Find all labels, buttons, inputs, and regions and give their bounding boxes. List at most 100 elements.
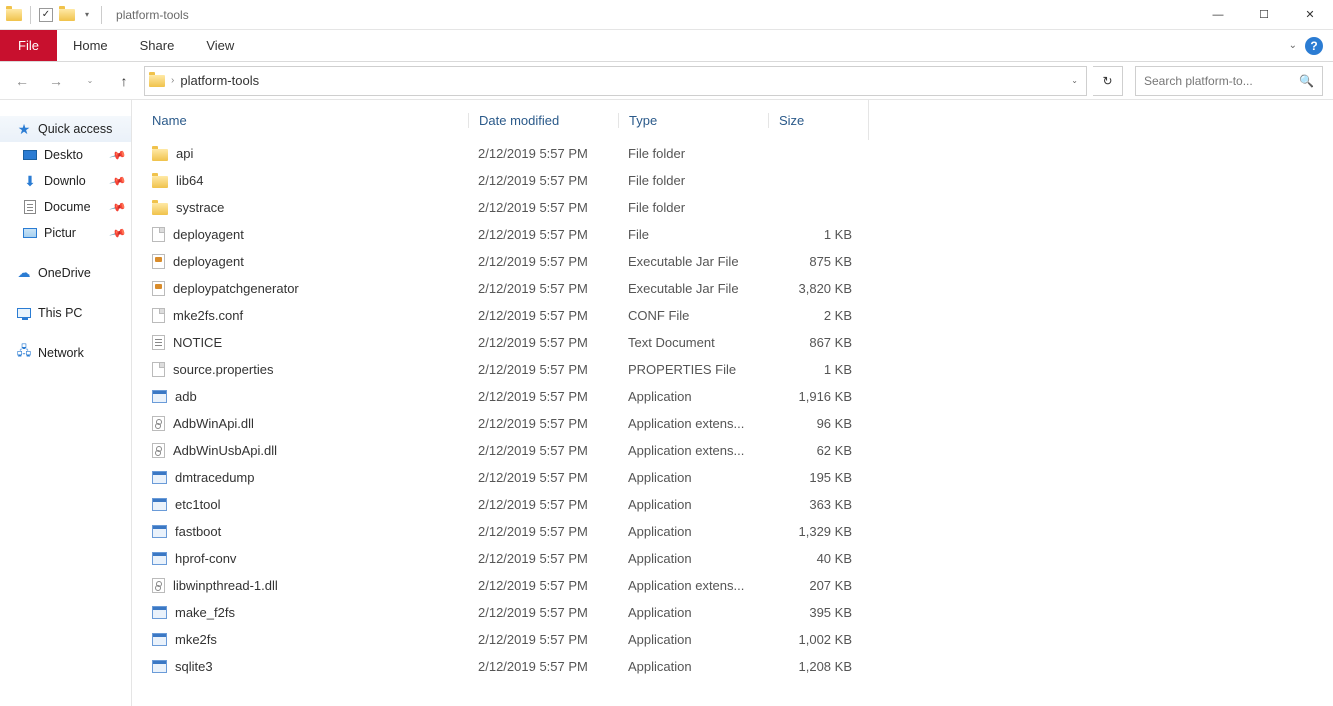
file-row[interactable]: AdbWinUsbApi.dll2/12/2019 5:57 PMApplica… bbox=[148, 437, 1333, 464]
file-tab[interactable]: File bbox=[0, 30, 57, 61]
file-row[interactable]: api 2/12/2019 5:57 PMFile folder bbox=[148, 140, 1333, 167]
title-bar: ✓ ▾ platform-tools — ☐ ✕ bbox=[0, 0, 1333, 30]
ribbon-expand-icon[interactable]: ⌄ bbox=[1289, 40, 1297, 51]
file-row[interactable]: NOTICE2/12/2019 5:57 PMText Document867 … bbox=[148, 329, 1333, 356]
close-button[interactable]: ✕ bbox=[1287, 0, 1333, 30]
file-row[interactable]: sqlite32/12/2019 5:57 PMApplication1,208… bbox=[148, 653, 1333, 680]
file-size: 40 KB bbox=[768, 551, 868, 566]
sidebar-item-desktop[interactable]: Deskto📌 bbox=[0, 142, 131, 168]
file-row[interactable]: mke2fs.conf2/12/2019 5:57 PMCONF File2 K… bbox=[148, 302, 1333, 329]
sidebar-item-downloads[interactable]: ⬇Downlo📌 bbox=[0, 168, 131, 194]
file-date: 2/12/2019 5:57 PM bbox=[468, 227, 618, 242]
file-date: 2/12/2019 5:57 PM bbox=[468, 335, 618, 350]
file-type: File folder bbox=[618, 146, 768, 161]
file-type: Application bbox=[618, 551, 768, 566]
file-row[interactable]: fastboot2/12/2019 5:57 PMApplication1,32… bbox=[148, 518, 1333, 545]
folder-icon bbox=[152, 176, 168, 188]
file-row[interactable]: adb2/12/2019 5:57 PMApplication1,916 KB bbox=[148, 383, 1333, 410]
file-icon bbox=[152, 227, 165, 242]
file-date: 2/12/2019 5:57 PM bbox=[468, 200, 618, 215]
address-bar[interactable]: › platform-tools ⌄ bbox=[144, 66, 1087, 96]
file-name: lib64 bbox=[176, 173, 203, 188]
picture-icon bbox=[22, 226, 38, 240]
refresh-button[interactable]: ↻ bbox=[1093, 66, 1123, 96]
file-row[interactable]: deployagent2/12/2019 5:57 PMExecutable J… bbox=[148, 248, 1333, 275]
forward-button[interactable]: → bbox=[42, 67, 70, 95]
txt-icon bbox=[152, 335, 165, 350]
file-size: 1 KB bbox=[768, 362, 868, 377]
file-row[interactable]: systrace2/12/2019 5:57 PMFile folder bbox=[148, 194, 1333, 221]
file-size: 1,002 KB bbox=[768, 632, 868, 647]
tab-share[interactable]: Share bbox=[124, 30, 191, 61]
sidebar-item-pictures[interactable]: Pictur📌 bbox=[0, 220, 131, 246]
file-name: dmtracedump bbox=[175, 470, 254, 485]
chevron-right-icon[interactable]: › bbox=[171, 75, 174, 86]
sidebar-item-onedrive[interactable]: ☁ OneDrive bbox=[0, 260, 131, 286]
file-date: 2/12/2019 5:57 PM bbox=[468, 659, 618, 674]
file-row[interactable]: dmtracedump2/12/2019 5:57 PMApplication1… bbox=[148, 464, 1333, 491]
file-date: 2/12/2019 5:57 PM bbox=[468, 146, 618, 161]
file-date: 2/12/2019 5:57 PM bbox=[468, 416, 618, 431]
file-row[interactable]: lib642/12/2019 5:57 PMFile folder bbox=[148, 167, 1333, 194]
app-icon bbox=[152, 471, 167, 484]
file-row[interactable]: AdbWinApi.dll2/12/2019 5:57 PMApplicatio… bbox=[148, 410, 1333, 437]
dll-icon bbox=[152, 443, 165, 458]
file-type: PROPERTIES File bbox=[618, 362, 768, 377]
folder-icon bbox=[149, 75, 165, 87]
file-date: 2/12/2019 5:57 PM bbox=[468, 578, 618, 593]
file-size: 96 KB bbox=[768, 416, 868, 431]
file-row[interactable]: deploypatchgenerator2/12/2019 5:57 PMExe… bbox=[148, 275, 1333, 302]
column-header-type[interactable]: Type bbox=[618, 113, 768, 128]
file-type: Executable Jar File bbox=[618, 254, 768, 269]
file-date: 2/12/2019 5:57 PM bbox=[468, 254, 618, 269]
file-name: deployagent bbox=[173, 227, 244, 242]
file-name: api bbox=[176, 146, 193, 161]
help-button[interactable]: ? bbox=[1305, 37, 1323, 55]
tab-view[interactable]: View bbox=[190, 30, 250, 61]
file-name: adb bbox=[175, 389, 197, 404]
file-row[interactable]: hprof-conv2/12/2019 5:57 PMApplication40… bbox=[148, 545, 1333, 572]
file-row[interactable]: etc1tool2/12/2019 5:57 PMApplication363 … bbox=[148, 491, 1333, 518]
file-type: Executable Jar File bbox=[618, 281, 768, 296]
tab-home[interactable]: Home bbox=[57, 30, 124, 61]
file-type: Text Document bbox=[618, 335, 768, 350]
sidebar-item-network[interactable]: 🖧 Network bbox=[0, 340, 131, 366]
dll-icon bbox=[152, 416, 165, 431]
file-date: 2/12/2019 5:57 PM bbox=[468, 308, 618, 323]
file-date: 2/12/2019 5:57 PM bbox=[468, 497, 618, 512]
search-input[interactable]: Search platform-to... 🔍 bbox=[1135, 66, 1323, 96]
sidebar-item-documents[interactable]: Docume📌 bbox=[0, 194, 131, 220]
app-icon bbox=[152, 498, 167, 511]
sidebar-item-this-pc[interactable]: This PC bbox=[0, 300, 131, 326]
recent-dropdown[interactable]: ⌄ bbox=[76, 67, 104, 95]
maximize-button[interactable]: ☐ bbox=[1241, 0, 1287, 30]
back-button[interactable]: ← bbox=[8, 67, 36, 95]
file-date: 2/12/2019 5:57 PM bbox=[468, 605, 618, 620]
sidebar-item-quick-access[interactable]: ★ Quick access bbox=[0, 116, 131, 142]
breadcrumb[interactable]: platform-tools bbox=[180, 73, 259, 88]
file-name: systrace bbox=[176, 200, 224, 215]
file-date: 2/12/2019 5:57 PM bbox=[468, 443, 618, 458]
file-row[interactable]: make_f2fs2/12/2019 5:57 PMApplication395… bbox=[148, 599, 1333, 626]
file-size: 62 KB bbox=[768, 443, 868, 458]
file-row[interactable]: source.properties2/12/2019 5:57 PMPROPER… bbox=[148, 356, 1333, 383]
app-icon bbox=[152, 660, 167, 673]
column-header-date[interactable]: Date modified bbox=[468, 113, 618, 128]
file-name: fastboot bbox=[175, 524, 221, 539]
minimize-button[interactable]: — bbox=[1195, 0, 1241, 30]
app-icon bbox=[152, 552, 167, 565]
file-row[interactable]: libwinpthread-1.dll2/12/2019 5:57 PMAppl… bbox=[148, 572, 1333, 599]
qat-properties-button[interactable]: ✓ bbox=[39, 8, 53, 22]
column-header-size[interactable]: Size bbox=[768, 113, 868, 128]
file-row[interactable]: mke2fs2/12/2019 5:57 PMApplication1,002 … bbox=[148, 626, 1333, 653]
file-row[interactable]: deployagent2/12/2019 5:57 PMFile1 KB bbox=[148, 221, 1333, 248]
up-button[interactable]: ↑ bbox=[110, 67, 138, 95]
file-name: source.properties bbox=[173, 362, 273, 377]
sidebar-item-label: Deskto bbox=[44, 148, 83, 162]
qat-dropdown[interactable]: ▾ bbox=[81, 10, 93, 19]
file-date: 2/12/2019 5:57 PM bbox=[468, 389, 618, 404]
column-header-name[interactable]: Name bbox=[148, 113, 468, 128]
app-icon bbox=[152, 633, 167, 646]
navigation-bar: ← → ⌄ ↑ › platform-tools ⌄ ↻ Search plat… bbox=[0, 62, 1333, 100]
address-dropdown[interactable]: ⌄ bbox=[1067, 76, 1082, 85]
